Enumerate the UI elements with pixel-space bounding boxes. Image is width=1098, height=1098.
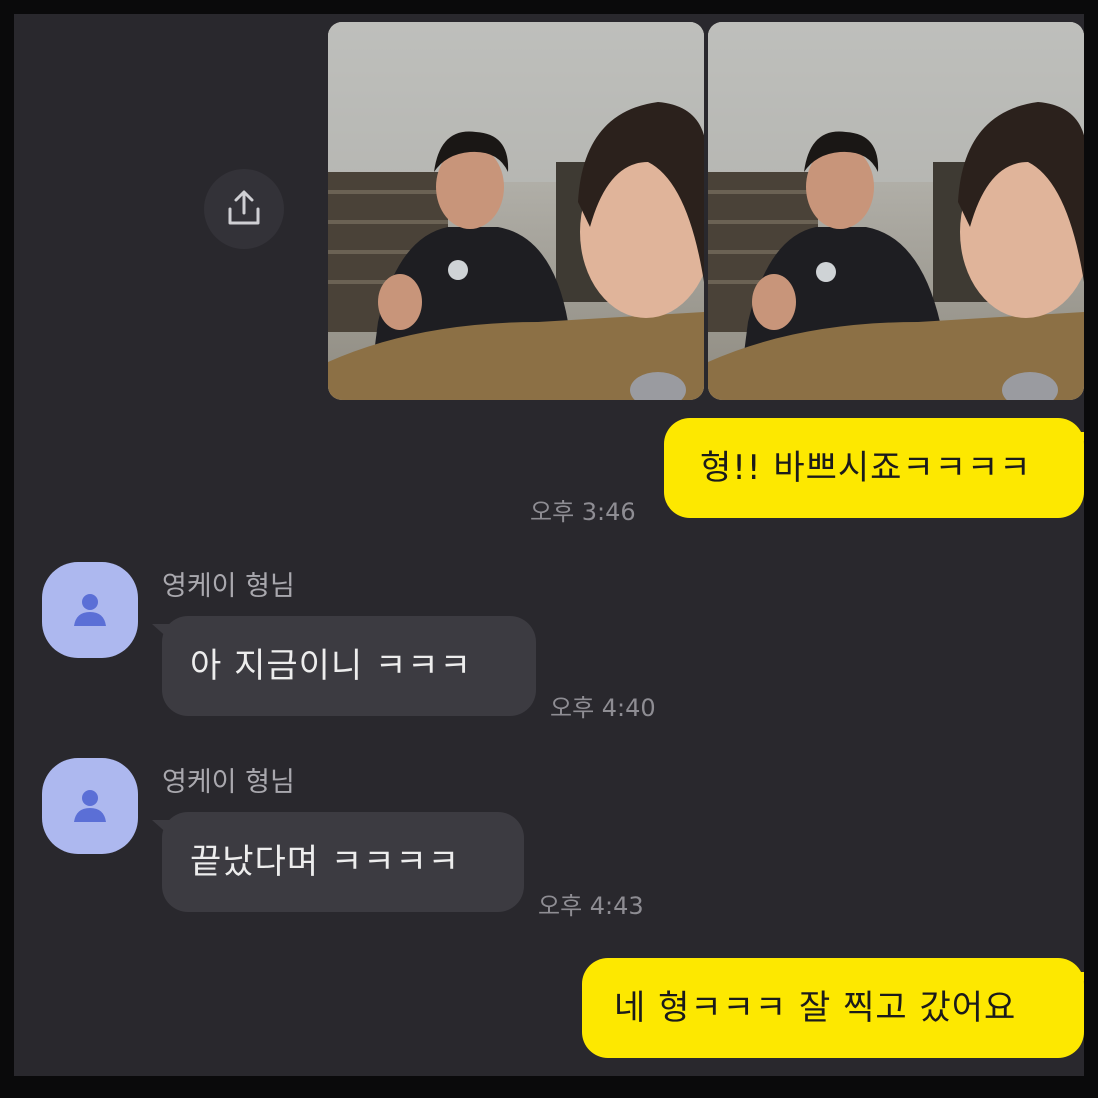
chat-screen: 오후 3:46 형!! 바쁘시죠ㅋㅋㅋㅋ 영케이 형님 아 지금이니 ㅋㅋㅋ 오… (14, 14, 1084, 1076)
share-upload-icon (228, 190, 260, 225)
my-message-bubble[interactable]: 네 형ㅋㅋㅋ 잘 찍고 갔어요 (582, 958, 1084, 1058)
selfie-photo-image (328, 22, 704, 400)
bubble-tail (152, 820, 170, 836)
bubble-tail (1076, 432, 1084, 448)
avatar[interactable] (42, 562, 138, 658)
person-icon (74, 594, 106, 626)
selfie-photo-image (708, 22, 1084, 400)
message-text: 끝났다며 ㅋㅋㅋㅋ (190, 842, 461, 882)
message-text: 형!! 바쁘시죠ㅋㅋㅋㅋ (700, 448, 1032, 488)
chat-photo-1[interactable] (328, 22, 704, 400)
bubble-tail (1076, 972, 1084, 988)
message-timestamp: 오후 4:43 (538, 892, 644, 920)
sender-name: 영케이 형님 (162, 571, 295, 602)
their-message-bubble[interactable]: 끝났다며 ㅋㅋㅋㅋ (152, 812, 524, 912)
avatar[interactable] (42, 758, 138, 854)
bubble-tail (152, 624, 170, 640)
person-icon (74, 790, 106, 822)
my-message-bubble[interactable]: 형!! 바쁘시죠ㅋㅋㅋㅋ (664, 418, 1084, 518)
message-text: 아 지금이니 ㅋㅋㅋ (190, 646, 472, 686)
share-button[interactable] (204, 169, 284, 249)
their-message-bubble[interactable]: 아 지금이니 ㅋㅋㅋ (152, 616, 536, 716)
message-timestamp: 오후 3:46 (530, 498, 636, 526)
chat-photo-2[interactable] (708, 22, 1084, 400)
message-timestamp: 오후 4:40 (550, 694, 656, 722)
message-text: 네 형ㅋㅋㅋ 잘 찍고 갔어요 (614, 988, 1017, 1028)
sender-name: 영케이 형님 (162, 767, 295, 798)
